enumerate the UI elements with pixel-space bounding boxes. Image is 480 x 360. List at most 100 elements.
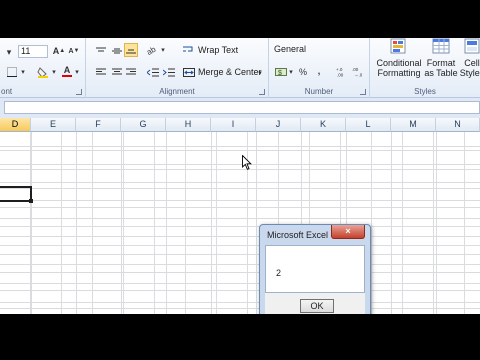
percent-icon: % [298,67,307,77]
svg-text:ab: ab [147,45,158,55]
orientation-icon: ab [147,45,158,55]
close-icon: × [345,226,351,236]
comma-icon: , [317,66,321,76]
active-cell-selection[interactable] [0,186,32,202]
borders-icon [7,67,17,77]
formula-input[interactable] [4,101,480,114]
column-header-k[interactable]: K [301,118,346,132]
decrease-indent-icon [147,68,159,76]
middle-align-button[interactable] [110,44,124,58]
number-dialog-launcher[interactable] [360,89,366,95]
ok-button[interactable]: OK [300,299,334,313]
svg-text:.00: .00 [337,73,344,78]
bottom-align-icon [126,49,136,54]
conditional-formatting-button[interactable]: Conditional Formatting [374,38,424,78]
column-header-f[interactable]: F [76,118,121,132]
fill-color-button[interactable] [36,65,50,79]
column-header-d[interactable]: D [0,118,31,132]
font-color-dropdown-arrow[interactable]: ▾ [74,65,80,79]
borders-dropdown-arrow[interactable]: ▾ [20,65,26,79]
number-format-combo[interactable]: General [272,44,366,57]
alignment-dialog-launcher[interactable] [259,89,265,95]
wrap-text-button[interactable]: Wrap Text [198,45,238,55]
align-right-icon [126,68,136,75]
column-header-h[interactable]: H [166,118,211,132]
styles-group-label: Styles [414,87,436,96]
format-as-table-button[interactable]: Format as Table [422,38,460,78]
message-box-body: 2 [265,245,365,293]
column-header-e[interactable]: E [31,118,76,132]
column-header-i[interactable]: I [211,118,256,132]
font-size-combo[interactable]: 11 [18,45,48,58]
middle-align-icon [112,48,122,54]
conditional-formatting-line2: Formatting [377,68,421,78]
accounting-dropdown-arrow[interactable]: ▾ [288,65,294,79]
font-dialog-launcher[interactable] [76,89,82,95]
number-format-value: General [274,44,307,54]
accounting-format-button[interactable]: $ [274,65,288,79]
font-color-icon: A [63,64,71,75]
conditional-formatting-icon [390,38,406,54]
top-align-icon [96,47,106,52]
merge-center-button[interactable]: Merge & Center [198,67,262,77]
svg-text:→.0: →.0 [354,73,363,78]
column-header-l[interactable]: L [346,118,391,132]
decrease-decimal-icon: .00→.0 [352,67,363,78]
close-button[interactable]: × [331,225,365,239]
comma-style-button[interactable]: , [313,64,325,78]
increase-indent-button[interactable] [162,65,176,79]
font-color-button[interactable]: A [61,64,73,78]
column-header-g[interactable]: G [121,118,166,132]
format-as-table-line1: Format [426,58,456,68]
align-right-button[interactable] [124,65,138,79]
orientation-button[interactable]: ab [146,43,160,57]
cell-styles-button[interactable]: Cell Styles [458,38,480,78]
decrease-decimal-button[interactable]: .00 →.0 [351,65,365,79]
format-as-table-icon [432,38,450,54]
wrap-text-icon [182,43,194,57]
orientation-dropdown-arrow[interactable]: ▾ [160,43,166,57]
column-header-m[interactable]: M [391,118,436,132]
align-center-icon [112,68,122,75]
font-color-swatch [62,74,72,77]
merge-center-icon [182,65,196,79]
grid-lines [0,132,480,314]
cell-grid[interactable] [0,132,480,314]
cell-styles-line1: Cell [464,58,480,68]
svg-text:+.0: +.0 [336,67,343,72]
column-header-n[interactable]: N [436,118,480,132]
align-center-button[interactable] [110,65,124,79]
fill-color-dropdown-arrow[interactable]: ▾ [51,65,57,79]
styles-group: Conditional Formatting Format as Table C… [370,38,480,98]
number-group: General $ ▾ % , +.0.00 .00 →.0 Number [269,38,370,98]
paint-bucket-icon [37,67,48,78]
font-group: 11 ▾ A ▲ A ▼ ▾ ▾ A ▾ ont [0,38,86,98]
formula-bar [0,98,480,118]
column-header-j[interactable]: J [256,118,301,132]
font-group-label: ont [1,87,13,96]
shrink-font-button[interactable]: A ▼ [67,44,81,58]
excel-window: 11 ▾ A ▲ A ▼ ▾ ▾ A ▾ ont ab ▾ Wrap Text … [0,38,480,314]
fill-handle[interactable] [29,199,33,203]
message-box-footer: OK [265,293,365,314]
bottom-align-button[interactable] [124,43,138,57]
alignment-group-label: Alignment [159,87,195,96]
increase-decimal-button[interactable]: +.0.00 [335,65,349,79]
svg-text:.00: .00 [352,67,359,72]
message-box-title: Microsoft Excel [267,230,329,240]
grow-font-button[interactable]: A ▲ [52,44,66,58]
ribbon: 11 ▾ A ▲ A ▼ ▾ ▾ A ▾ ont ab ▾ Wrap Text … [0,38,480,98]
percent-style-button[interactable]: % [297,65,309,79]
message-text: 2 [276,268,282,278]
top-align-button[interactable] [94,44,108,58]
cell-styles-line2: Styles [459,68,480,78]
mouse-pointer-icon [242,155,252,170]
number-group-label: Number [304,87,334,96]
font-name-dropdown-arrow[interactable]: ▾ [4,45,14,59]
format-as-table-line2: as Table [424,68,458,78]
align-left-button[interactable] [94,65,108,79]
borders-button[interactable] [6,65,18,79]
accounting-icon: $ [275,68,287,77]
merge-center-dropdown-arrow[interactable]: ▾ [257,66,263,80]
decrease-indent-button[interactable] [146,65,160,79]
